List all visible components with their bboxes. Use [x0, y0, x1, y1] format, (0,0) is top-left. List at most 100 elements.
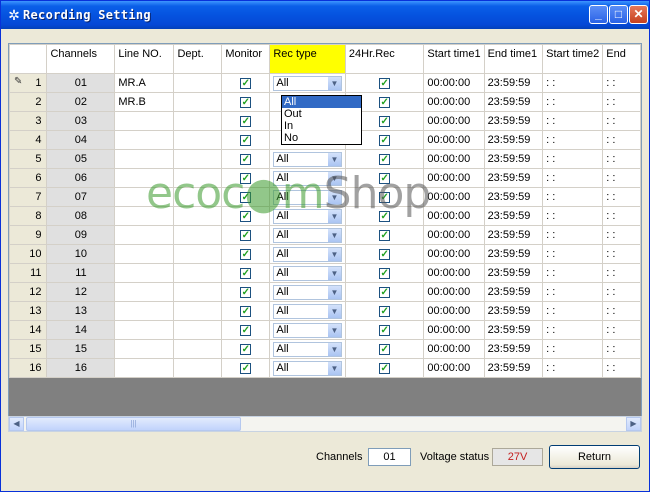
rec-type-dropdown-list[interactable]: All Out In No	[281, 95, 362, 145]
channel-cell[interactable]: 05	[46, 149, 116, 169]
monitor-cell[interactable]: ✓	[221, 149, 271, 169]
table-row[interactable]: 15 15 ✓ All ▼ ✓ 00:00:00 23:59:59: :: :	[9, 339, 641, 359]
start-time2-cell[interactable]: : :	[542, 282, 604, 302]
checkbox[interactable]: ✓	[240, 191, 252, 203]
line-no-cell[interactable]	[114, 111, 175, 131]
end-time2-cell[interactable]: : :	[602, 282, 641, 302]
chevron-down-icon[interactable]: ▼	[327, 323, 341, 337]
channel-cell[interactable]: 14	[46, 320, 116, 340]
row-number[interactable]: 14	[9, 320, 48, 340]
start-time1-cell[interactable]: 00:00:00	[423, 73, 485, 93]
channel-cell[interactable]: 11	[46, 263, 116, 283]
channel-cell[interactable]: 16	[46, 358, 116, 378]
dept-cell[interactable]	[173, 358, 223, 378]
row-number[interactable]: 15	[9, 339, 48, 359]
dropdown-option-all[interactable]: All	[282, 96, 361, 108]
row-number[interactable]: 11	[9, 263, 48, 283]
end-time1-cell[interactable]: 23:59:59	[483, 358, 544, 378]
checkbox[interactable]: ✓	[379, 324, 391, 336]
rec-type-combo[interactable]: All ▼	[273, 322, 342, 338]
line-no-cell[interactable]: MR.B	[114, 92, 175, 112]
col-header-line-no[interactable]: Line NO.	[114, 44, 175, 74]
hr24-rec-cell[interactable]: ✓	[344, 73, 425, 93]
chevron-down-icon[interactable]: ▼	[327, 304, 341, 318]
row-number[interactable]: 2	[9, 92, 48, 112]
start-time2-cell[interactable]: : :	[542, 320, 604, 340]
rec-type-combo[interactable]: All ▼	[273, 151, 342, 167]
checkbox[interactable]: ✓	[379, 343, 391, 355]
channels-field[interactable]: 01	[368, 448, 411, 466]
start-time1-cell[interactable]: 00:00:00	[423, 225, 485, 245]
close-button[interactable]: ✕	[629, 5, 648, 24]
checkbox[interactable]: ✓	[379, 172, 391, 184]
dept-cell[interactable]	[173, 111, 223, 131]
rec-type-combo[interactable]: All ▼	[273, 189, 342, 205]
chevron-down-icon[interactable]: ▼	[327, 209, 341, 223]
start-time1-cell[interactable]: 00:00:00	[423, 187, 485, 207]
rec-type-cell[interactable]: All ▼	[269, 339, 346, 359]
channel-cell[interactable]: 06	[46, 168, 116, 188]
col-header-start-time1[interactable]: Start time1	[423, 44, 485, 74]
hr24-rec-cell[interactable]: ✓	[344, 320, 425, 340]
chevron-down-icon[interactable]: ▼	[327, 76, 341, 90]
start-time1-cell[interactable]: 00:00:00	[423, 320, 485, 340]
dropdown-option-in[interactable]: In	[282, 120, 361, 132]
line-no-cell[interactable]	[114, 263, 175, 283]
channel-cell[interactable]: 01	[46, 73, 116, 93]
monitor-cell[interactable]: ✓	[221, 244, 271, 264]
checkbox[interactable]: ✓	[379, 96, 391, 108]
rec-type-cell[interactable]: All ▼	[269, 301, 346, 321]
checkbox[interactable]: ✓	[240, 210, 252, 222]
table-row[interactable]: 9 09 ✓ All ▼ ✓ 00:00:00 23:59:59: :: :	[9, 225, 641, 245]
table-row[interactable]: 16 16 ✓ All ▼ ✓ 00:00:00 23:59:59: :: :	[9, 358, 641, 378]
end-time2-cell[interactable]: : :	[602, 168, 641, 188]
checkbox[interactable]: ✓	[240, 96, 252, 108]
checkbox[interactable]: ✓	[240, 324, 252, 336]
rec-type-cell[interactable]: All ▼	[269, 206, 346, 226]
end-time2-cell[interactable]: : :	[602, 92, 641, 112]
checkbox[interactable]: ✓	[240, 153, 252, 165]
monitor-cell[interactable]: ✓	[221, 168, 271, 188]
table-row[interactable]: 11 11 ✓ All ▼ ✓ 00:00:00 23:59:59: :: :	[9, 263, 641, 283]
line-no-cell[interactable]	[114, 358, 175, 378]
end-time2-cell[interactable]: : :	[602, 339, 641, 359]
channel-cell[interactable]: 09	[46, 225, 116, 245]
rec-type-combo[interactable]: All ▼	[273, 75, 342, 91]
line-no-cell[interactable]	[114, 168, 175, 188]
rec-type-cell[interactable]: All ▼	[269, 168, 346, 188]
end-time2-cell[interactable]: : :	[602, 130, 641, 150]
start-time1-cell[interactable]: 00:00:00	[423, 301, 485, 321]
channel-cell[interactable]: 12	[46, 282, 116, 302]
title-bar[interactable]: ✲ Recording Setting _ □ ✕	[1, 1, 649, 29]
end-time2-cell[interactable]: : :	[602, 73, 641, 93]
col-header-24hr-rec[interactable]: 24Hr.Rec	[344, 44, 425, 74]
monitor-cell[interactable]: ✓	[221, 282, 271, 302]
table-row[interactable]: 7 07 ✓ All ▼ ✓ 00:00:00 23:59:59: :: :	[9, 187, 641, 207]
end-time1-cell[interactable]: 23:59:59	[483, 282, 544, 302]
row-number[interactable]: 6	[9, 168, 48, 188]
start-time1-cell[interactable]: 00:00:00	[423, 282, 485, 302]
end-time2-cell[interactable]: : :	[602, 358, 641, 378]
start-time1-cell[interactable]: 00:00:00	[423, 111, 485, 131]
checkbox[interactable]: ✓	[379, 210, 391, 222]
row-number[interactable]: 10	[9, 244, 48, 264]
rec-type-combo[interactable]: All ▼	[273, 208, 342, 224]
start-time1-cell[interactable]: 00:00:00	[423, 149, 485, 169]
col-header-end-time1[interactable]: End time1	[483, 44, 544, 74]
start-time2-cell[interactable]: : :	[542, 92, 604, 112]
checkbox[interactable]: ✓	[240, 362, 252, 374]
dept-cell[interactable]	[173, 73, 223, 93]
col-header-monitor[interactable]: Monitor	[221, 44, 271, 74]
start-time2-cell[interactable]: : :	[542, 149, 604, 169]
rec-type-combo[interactable]: All ▼	[273, 303, 342, 319]
rec-type-cell[interactable]: All ▼	[269, 282, 346, 302]
checkbox[interactable]: ✓	[240, 248, 252, 260]
start-time2-cell[interactable]: : :	[542, 168, 604, 188]
hr24-rec-cell[interactable]: ✓	[344, 187, 425, 207]
rec-type-combo[interactable]: All ▼	[273, 170, 342, 186]
end-time1-cell[interactable]: 23:59:59	[483, 187, 544, 207]
col-header-start-time2[interactable]: Start time2	[542, 44, 604, 74]
start-time2-cell[interactable]: : :	[542, 111, 604, 131]
checkbox[interactable]: ✓	[379, 305, 391, 317]
chevron-down-icon[interactable]: ▼	[327, 190, 341, 204]
